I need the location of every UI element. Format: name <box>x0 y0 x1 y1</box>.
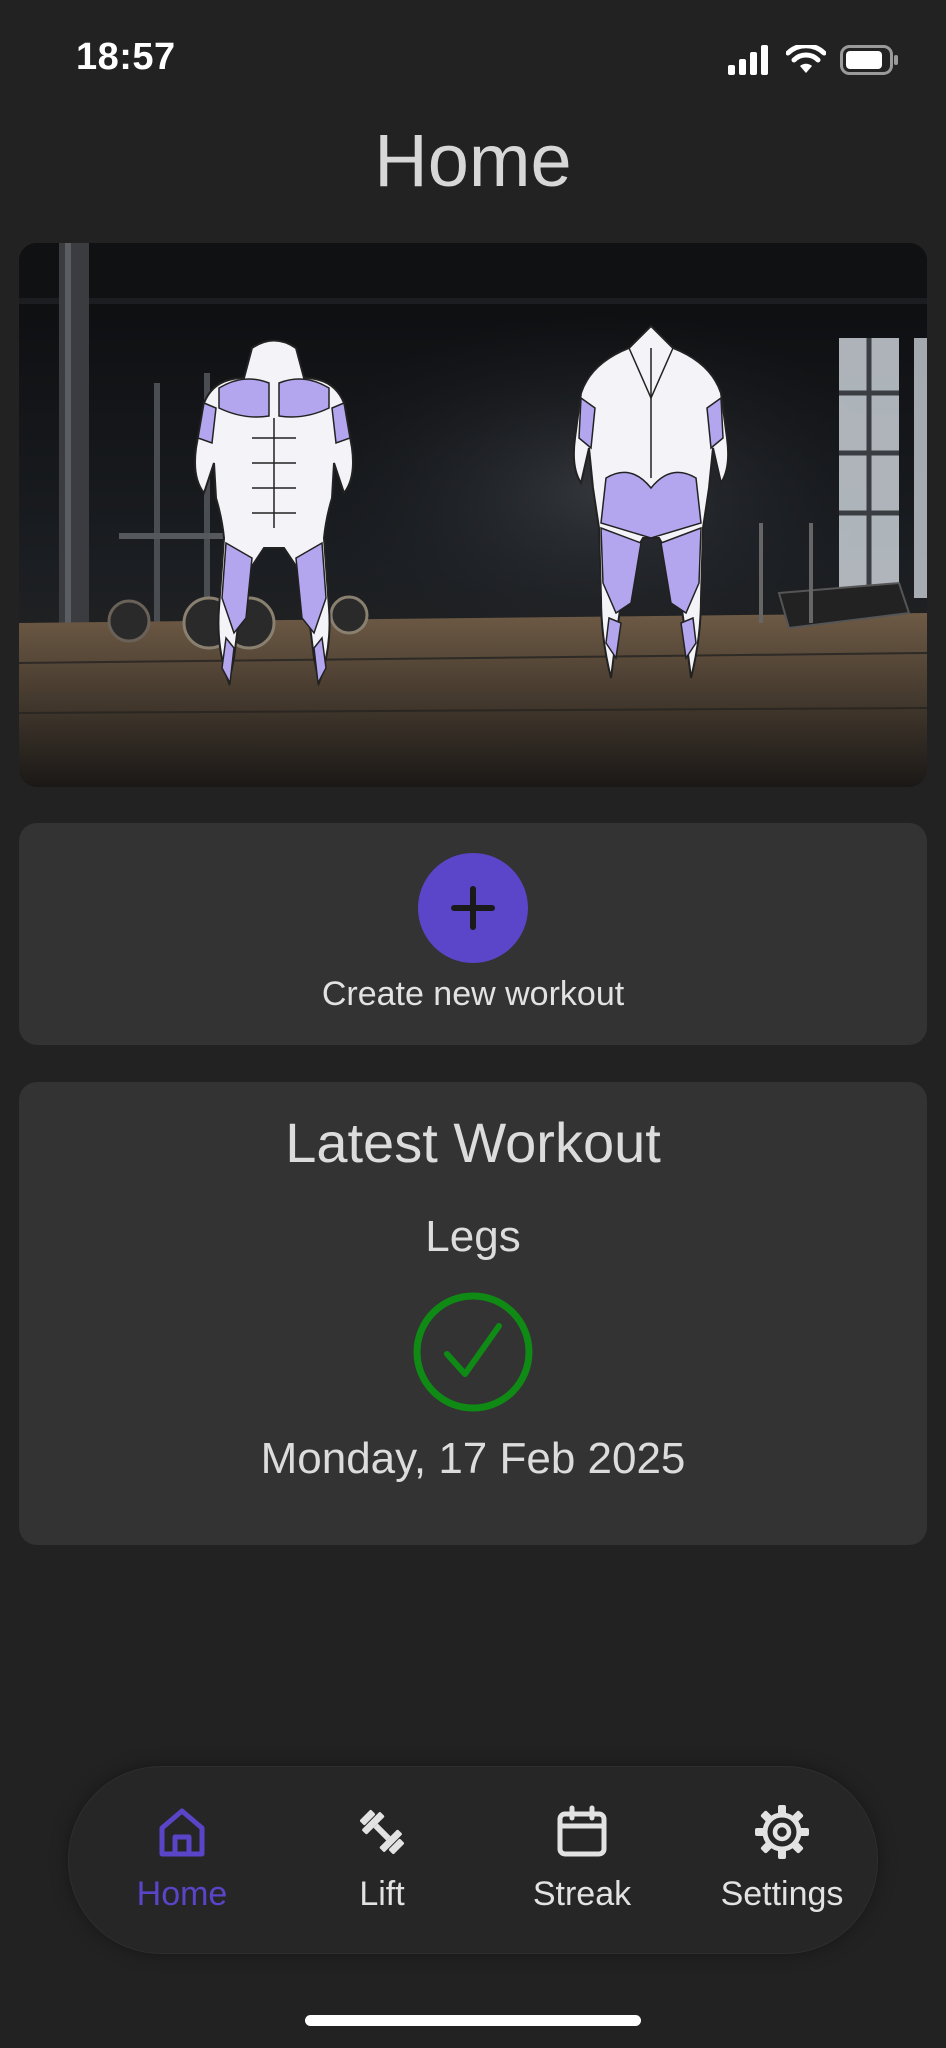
nav-item-home[interactable]: Home <box>92 1797 272 1927</box>
status-bar: 18:57 <box>0 0 946 120</box>
nav-label-home: Home <box>136 1875 228 1913</box>
page-title: Home <box>374 119 572 202</box>
nav-item-lift[interactable]: Lift <box>292 1797 472 1927</box>
create-workout-label: Create new workout <box>321 975 625 1013</box>
create-workout-button[interactable] <box>418 853 528 963</box>
dumbbell-icon <box>359 1809 405 1855</box>
status-time: 18:57 <box>76 36 176 78</box>
muscle-map-front-back-icon <box>19 243 927 787</box>
nav-item-streak[interactable]: Streak <box>492 1797 672 1927</box>
check-circle-icon <box>413 1292 533 1412</box>
gear-icon <box>755 1805 809 1859</box>
battery-icon <box>840 45 898 75</box>
status-icons <box>728 40 900 80</box>
create-workout-card[interactable]: Create new workout <box>19 823 927 1045</box>
nav-item-settings[interactable]: Settings <box>692 1797 872 1927</box>
cellular-signal-icon <box>728 45 768 75</box>
calendar-icon <box>557 1805 607 1857</box>
home-indicator[interactable] <box>305 2015 641 2026</box>
plus-icon <box>451 886 495 930</box>
nav-label-lift: Lift <box>359 1875 405 1913</box>
nav-label-streak: Streak <box>532 1875 632 1913</box>
wifi-icon <box>786 45 826 73</box>
muscle-map-hero <box>19 243 927 787</box>
bottom-navigation: Home Lift Streak Settings <box>68 1766 878 1954</box>
home-icon <box>159 1808 205 1857</box>
latest-workout-date: Monday, 17 Feb 2025 <box>260 1434 686 1483</box>
nav-label-settings: Settings <box>720 1875 844 1913</box>
latest-workout-title: Latest Workout <box>285 1111 661 1174</box>
latest-workout-name: Legs <box>425 1212 521 1261</box>
latest-workout-card[interactable]: Latest Workout Legs Monday, 17 Feb 2025 <box>19 1082 927 1545</box>
